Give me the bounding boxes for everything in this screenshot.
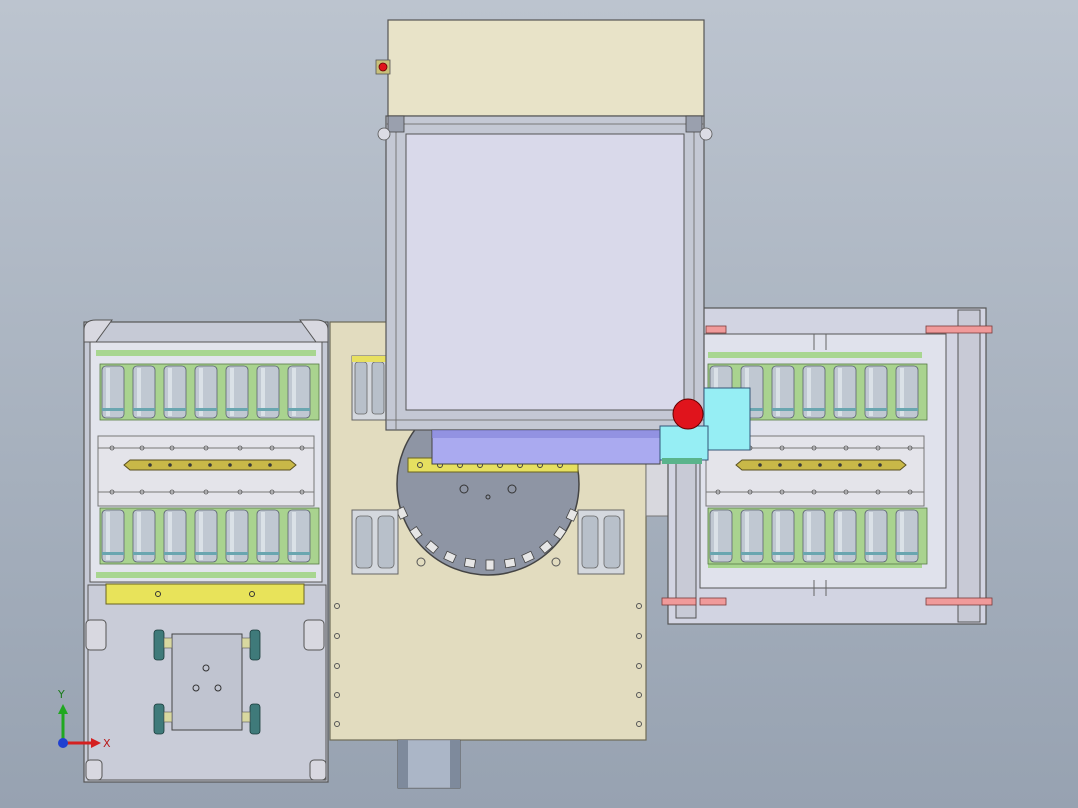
top-cabinet [375, 19, 751, 465]
axis-x-label: X [103, 737, 111, 750]
cad-viewport[interactable]: Y X [0, 0, 1078, 808]
right-lower-roller-row [707, 507, 928, 565]
center-roller-right-bottom [577, 509, 625, 575]
left-upper-roller-row [99, 363, 320, 421]
axis-y-label: Y [57, 688, 65, 701]
left-lower-roller-row [99, 507, 320, 565]
emergency-stop-button[interactable] [375, 59, 391, 75]
red-indicator-light [672, 398, 704, 430]
center-roller-left-top [351, 355, 389, 421]
right-conveyor-module [661, 307, 993, 625]
center-roller-left-bottom [351, 509, 399, 575]
bottom-motor-cylinder [397, 739, 461, 789]
